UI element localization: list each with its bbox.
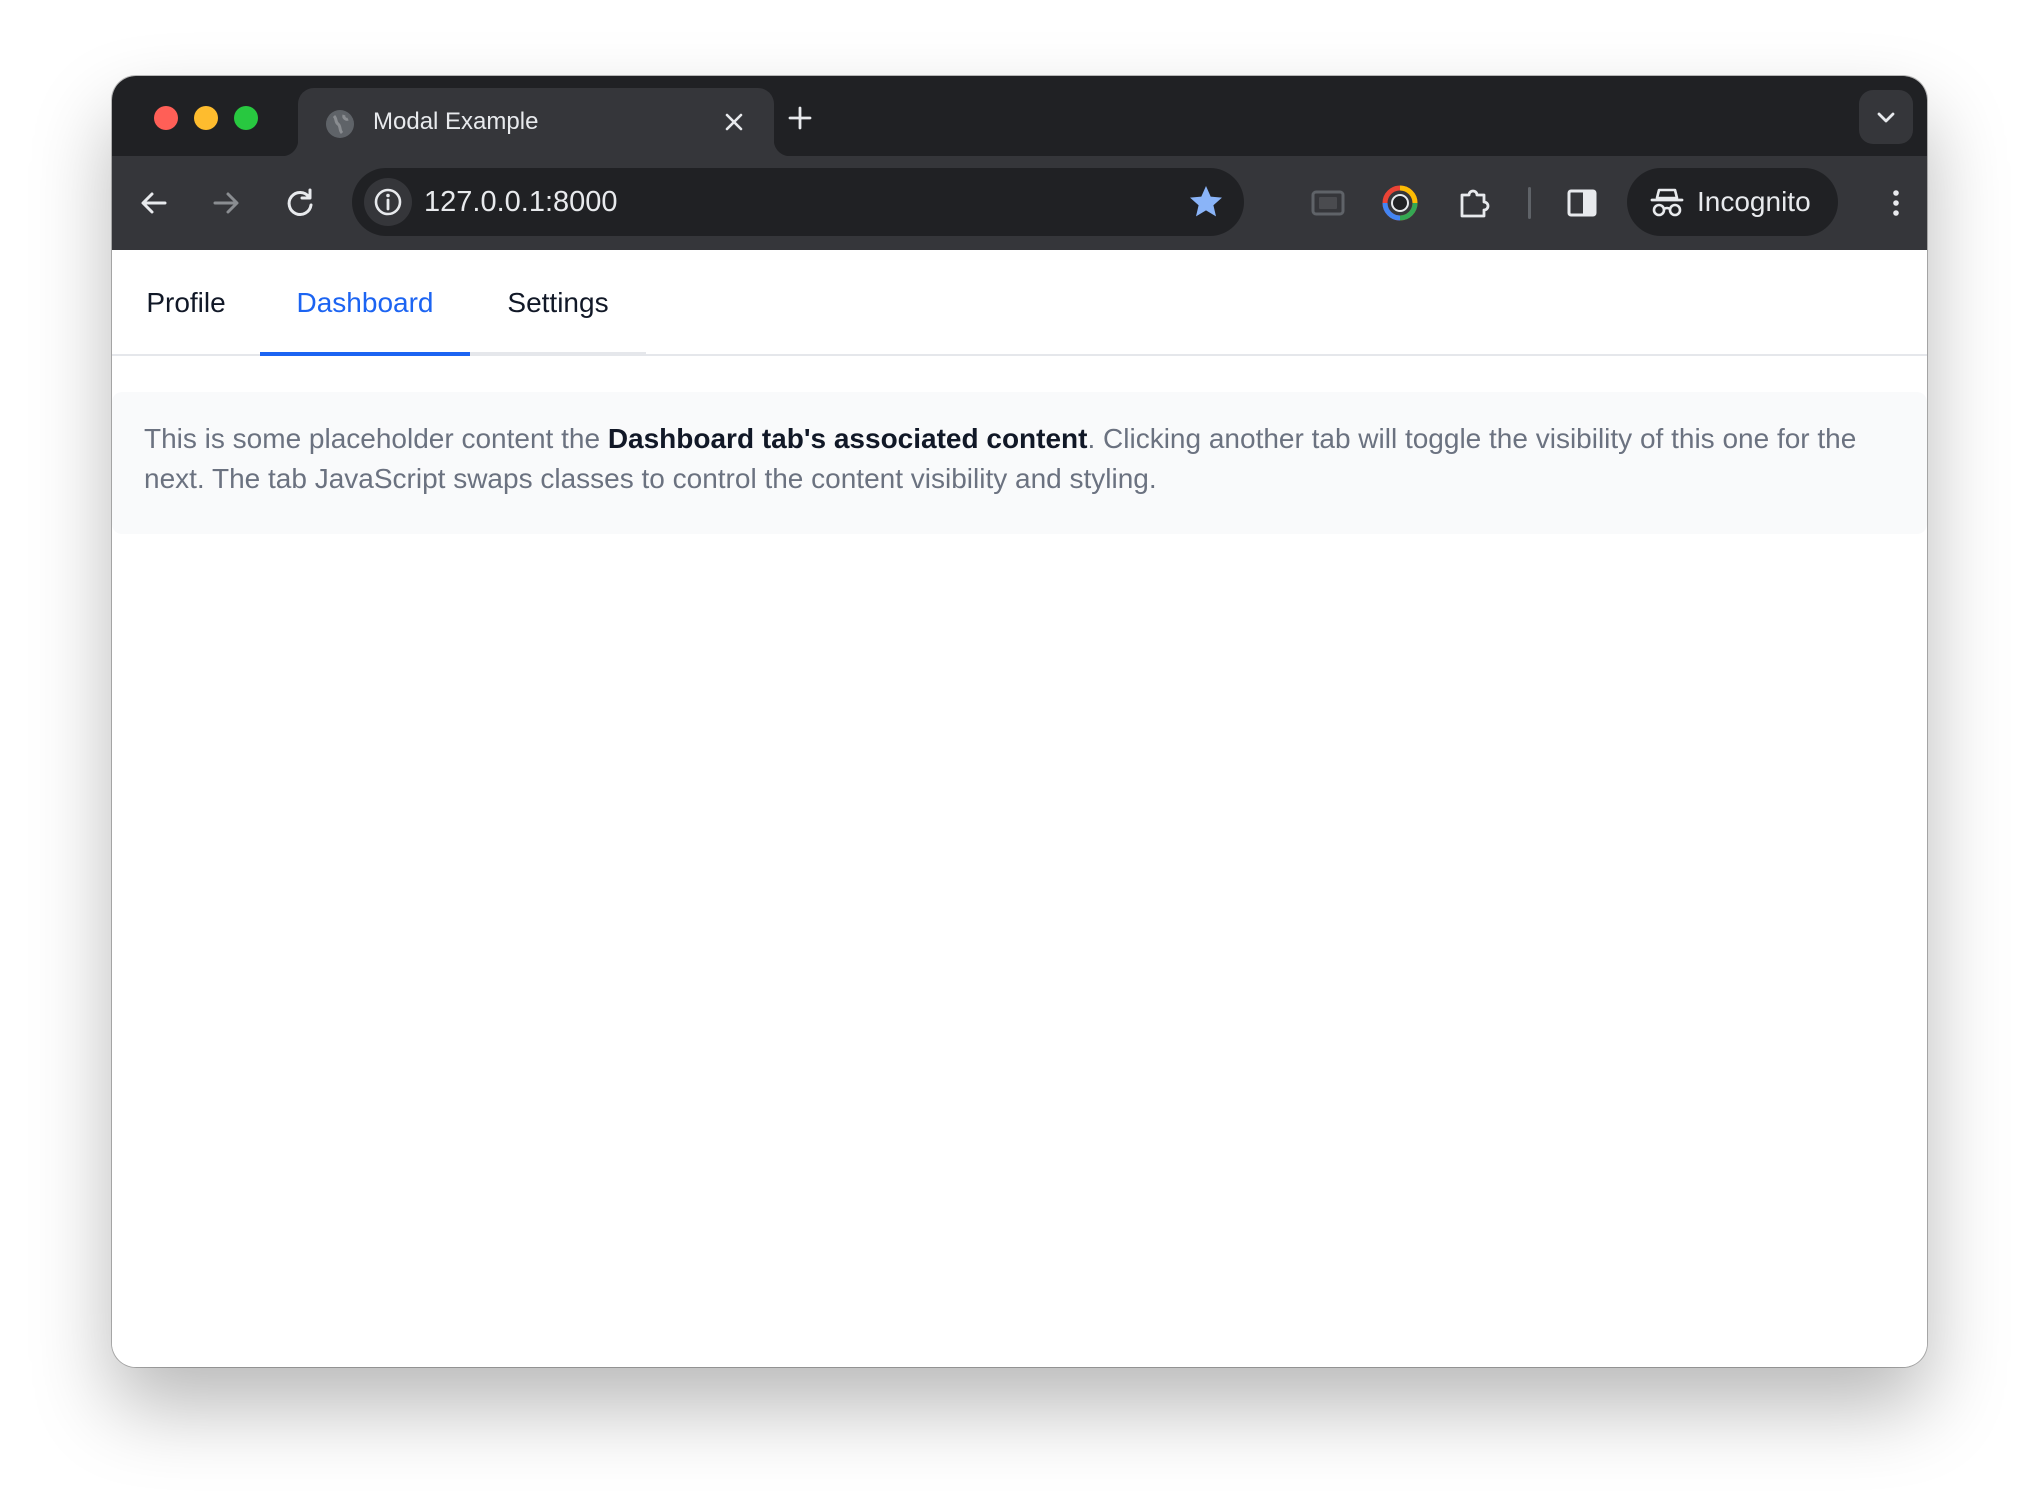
tab-title: Modal Example [373, 108, 539, 135]
incognito-profile-button[interactable]: Incognito [1627, 168, 1838, 236]
address-bar[interactable]: 127.0.0.1:8000 [352, 168, 1244, 236]
panel-text-highlight: Dashboard tab's associated content [607, 423, 1088, 454]
close-tab-icon[interactable] [718, 106, 750, 138]
panel-text-intro: This is some placeholder content the [144, 423, 608, 454]
bookmark-star-icon[interactable] [1186, 182, 1226, 222]
tab-dashboard[interactable]: Dashboard [260, 250, 470, 356]
reload-icon[interactable] [280, 183, 320, 223]
side-panel-icon[interactable] [1562, 183, 1602, 223]
tab-profile[interactable]: Profile [112, 250, 260, 356]
extensions-puzzle-icon[interactable] [1454, 183, 1494, 223]
new-tab-icon[interactable] [782, 100, 818, 136]
incognito-label: Incognito [1697, 186, 1811, 217]
panel-description: This is some placeholder content the Das… [144, 419, 1904, 499]
tab-search-button[interactable] [1859, 90, 1913, 144]
toolbar-divider [1528, 187, 1531, 219]
tab-strip: Modal Example [112, 76, 1927, 156]
page-content: Profile Dashboard Settings This is some … [112, 250, 1927, 1367]
site-info-icon[interactable] [364, 178, 412, 226]
globe-icon [326, 110, 354, 138]
more-menu-icon[interactable] [1876, 183, 1916, 223]
zoom-window-button[interactable] [234, 106, 258, 130]
browser-tab[interactable]: Modal Example [282, 88, 790, 156]
dashboard-tab-panel: This is some placeholder content the Das… [112, 392, 1927, 534]
minimize-window-button[interactable] [194, 106, 218, 130]
url-text[interactable]: 127.0.0.1:8000 [424, 184, 618, 220]
tab-list: Profile Dashboard Settings [112, 250, 1927, 356]
incognito-icon [1649, 184, 1685, 220]
browser-toolbar: 127.0.0.1:8000 Incognito [112, 156, 1927, 250]
close-window-button[interactable] [154, 106, 178, 130]
browser-window: Modal Example 127.0.0.1:8000 Incognito P… [112, 76, 1927, 1367]
chevron-down-icon [1877, 112, 1895, 123]
color-picker-extension-icon[interactable] [1380, 183, 1420, 223]
screen-capture-icon[interactable] [1308, 183, 1348, 223]
tab-settings[interactable]: Settings [470, 250, 646, 356]
forward-arrow-icon[interactable] [206, 183, 246, 223]
back-arrow-icon[interactable] [134, 183, 174, 223]
